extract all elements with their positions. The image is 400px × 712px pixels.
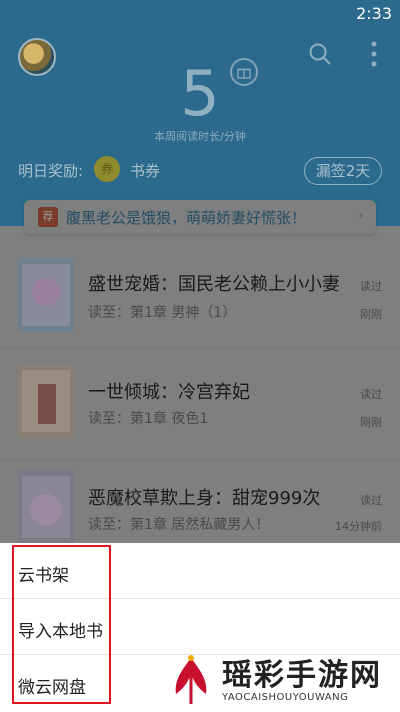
watermark-logo-icon (175, 655, 207, 704)
book-cover (18, 364, 74, 438)
book-cover (18, 470, 74, 544)
status-time: 2:33 (356, 4, 392, 23)
reward-item: 书券 (130, 162, 161, 180)
coin-icon: 券 (94, 156, 120, 182)
read-time: 14分钟前 (335, 520, 382, 533)
sign-in-button[interactable]: 漏签2天 (304, 157, 382, 185)
read-label: 读过 (360, 494, 382, 507)
book-progress: 读至：第1章 夜色1 (88, 411, 209, 427)
book-cover (18, 258, 74, 332)
book-progress: 读至：第1章 居然私藏男人！ (88, 517, 270, 533)
recommend-badge: 荐 (38, 207, 58, 227)
highlight-annotation (12, 545, 111, 704)
reward-label: 明日奖励: (18, 162, 84, 180)
read-label: 读过 (360, 280, 382, 293)
gift-icon[interactable] (230, 58, 258, 86)
profile-header: 2:33 5 本周阅读时长/分钟 明日奖励: 券 书券 漏签2天 (0, 0, 400, 226)
recommend-banner[interactable]: 荐 腹黑老公是饿狼，萌萌娇妻好慌张！ › (24, 200, 376, 234)
banner-text: 腹黑老公是饿狼，萌萌娇妻好慌张！ (66, 209, 307, 227)
watermark-url: YAOCAISHOUYOUWANG (222, 692, 349, 703)
avatar[interactable] (18, 38, 56, 76)
book-title: 一世倾城：冷宫弃妃 (88, 382, 250, 403)
read-time: 刚刚 (360, 308, 382, 321)
watermark-name: 瑶彩手游网 (222, 658, 382, 693)
more-icon[interactable] (370, 40, 378, 68)
read-time: 刚刚 (360, 416, 382, 429)
book-item[interactable]: 一世倾城：冷宫弃妃 读至：第1章 夜色1 读过 刚刚 (0, 348, 400, 460)
weekly-caption: 本周阅读时长/分钟 (154, 130, 246, 143)
search-icon[interactable] (308, 42, 332, 66)
book-title: 盛世宠婚：国民老公赖上小小妻 (88, 274, 340, 295)
book-item[interactable]: 盛世宠婚：国民老公赖上小小妻 读至：第1章 男神（1） 读过 刚刚 (0, 236, 400, 348)
read-label: 读过 (360, 388, 382, 401)
book-progress: 读至：第1章 男神（1） (88, 305, 237, 321)
chevron-right-icon: › (358, 208, 364, 224)
book-title: 恶魔校草欺上身：甜宠999次 (88, 488, 321, 509)
